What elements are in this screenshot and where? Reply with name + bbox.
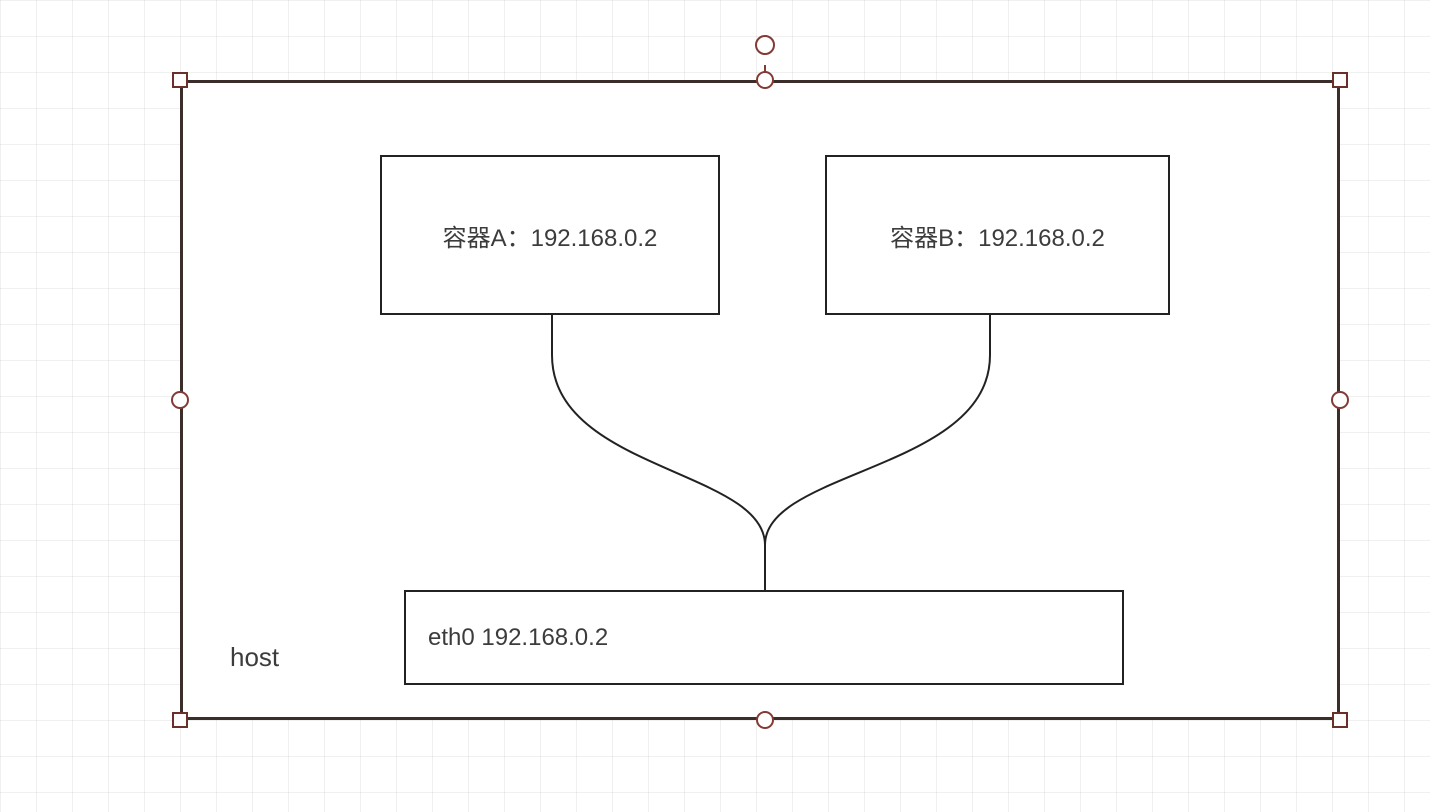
container-b-label: 容器B：192.168.0.2 [890, 218, 1105, 253]
host-label: host [230, 642, 279, 673]
eth0-label: eth0 192.168.0.2 [428, 624, 608, 652]
container-b-box[interactable]: 容器B：192.168.0.2 [825, 155, 1170, 315]
diagram-canvas[interactable]: host 容器A：192.168.0.2 容器B：192.168.0.2 eth… [0, 0, 1430, 812]
container-a-label: 容器A：192.168.0.2 [443, 218, 658, 253]
eth0-box[interactable]: eth0 192.168.0.2 [404, 590, 1124, 685]
container-a-box[interactable]: 容器A：192.168.0.2 [380, 155, 720, 315]
